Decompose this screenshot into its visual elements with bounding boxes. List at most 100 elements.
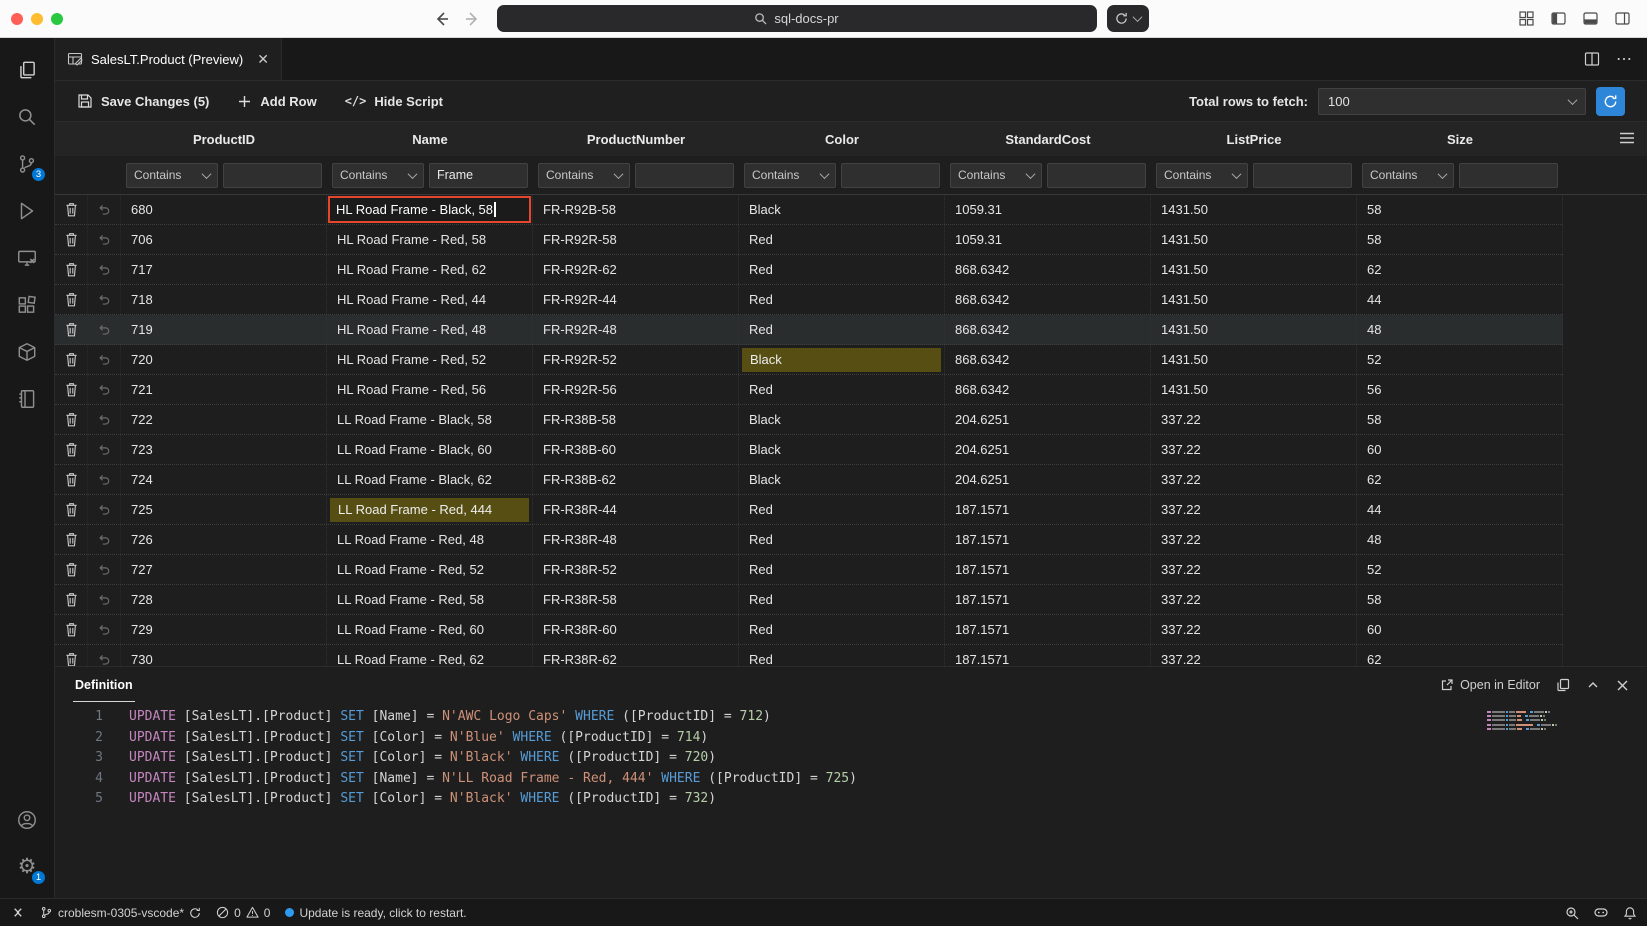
revert-row-button[interactable]: [88, 255, 121, 284]
cell-standardcost[interactable]: 187.1571: [945, 555, 1151, 584]
cell-name[interactable]: LL Road Frame - Red, 52: [327, 555, 533, 584]
activity-search[interactable]: [0, 93, 54, 140]
total-rows-select[interactable]: 100: [1318, 88, 1586, 115]
cell-listprice[interactable]: 337.22: [1151, 435, 1357, 464]
cell-listprice[interactable]: 1431.50: [1151, 285, 1357, 314]
cell-productid[interactable]: 721: [121, 375, 327, 404]
editor-actions-more-button[interactable]: ⋯: [1616, 49, 1633, 69]
cell-size[interactable]: 62: [1357, 645, 1563, 666]
cell-productnumber[interactable]: FR-R38R-60: [533, 615, 739, 644]
panel-tab-definition[interactable]: Definition: [73, 668, 135, 702]
command-center-search[interactable]: sql-docs-pr: [497, 5, 1097, 32]
cell-size[interactable]: 58: [1357, 225, 1563, 254]
cell-listprice[interactable]: 1431.50: [1151, 345, 1357, 374]
cell-color[interactable]: Black: [739, 345, 945, 374]
delete-row-button[interactable]: [55, 255, 88, 284]
column-header-product_number[interactable]: ProductNumber: [533, 132, 739, 147]
cell-listprice[interactable]: 337.22: [1151, 495, 1357, 524]
cell-color[interactable]: Black: [739, 195, 945, 224]
table-row-725[interactable]: 725LL Road Frame - Red, 444FR-R38R-44Red…: [55, 495, 1563, 525]
cell-productnumber[interactable]: FR-R38R-48: [533, 525, 739, 554]
cell-color[interactable]: Black: [739, 435, 945, 464]
cell-size[interactable]: 62: [1357, 465, 1563, 494]
activity-explorer[interactable]: [0, 46, 54, 93]
filter-value-input-list_price[interactable]: [1253, 163, 1352, 188]
cell-name[interactable]: LL Road Frame - Black, 58: [327, 405, 533, 434]
cell-size[interactable]: 58: [1357, 195, 1563, 224]
delete-row-button[interactable]: [55, 615, 88, 644]
cell-productnumber[interactable]: FR-R38R-62: [533, 645, 739, 666]
cell-productnumber[interactable]: FR-R92R-56: [533, 375, 739, 404]
table-row-719[interactable]: 719HL Road Frame - Red, 48FR-R92R-48Red8…: [55, 315, 1563, 345]
delete-row-button[interactable]: [55, 405, 88, 434]
filter-value-input-color[interactable]: [841, 163, 940, 188]
cell-name[interactable]: HL Road Frame - Black, 58: [327, 195, 533, 224]
cell-standardcost[interactable]: 204.6251: [945, 405, 1151, 434]
cell-name[interactable]: LL Road Frame - Red, 62: [327, 645, 533, 666]
filter-operator-select-color[interactable]: Contains: [744, 163, 836, 188]
column-header-name[interactable]: Name: [327, 132, 533, 147]
cell-size[interactable]: 48: [1357, 525, 1563, 554]
branch-status-item[interactable]: croblesm-0305-vscode*: [40, 906, 201, 920]
cell-name[interactable]: LL Road Frame - Red, 444: [327, 495, 533, 524]
cell-name[interactable]: HL Road Frame - Red, 44: [327, 285, 533, 314]
revert-row-button[interactable]: [88, 645, 121, 666]
revert-row-button[interactable]: [88, 195, 121, 224]
table-row-722[interactable]: 722LL Road Frame - Black, 58FR-R38B-58Bl…: [55, 405, 1563, 435]
cell-name[interactable]: LL Road Frame - Black, 60: [327, 435, 533, 464]
revert-row-button[interactable]: [88, 465, 121, 494]
cell-productnumber[interactable]: FR-R92R-48: [533, 315, 739, 344]
revert-row-button[interactable]: [88, 405, 121, 434]
sql-script-editor[interactable]: 1UPDATE [SalesLT].[Product] SET [Name] =…: [55, 703, 1647, 898]
cell-listprice[interactable]: 1431.50: [1151, 195, 1357, 224]
cell-size[interactable]: 48: [1357, 315, 1563, 344]
cell-size[interactable]: 60: [1357, 435, 1563, 464]
notifications-button[interactable]: [1623, 906, 1637, 920]
cell-productid[interactable]: 719: [121, 315, 327, 344]
table-row-728[interactable]: 728LL Road Frame - Red, 58FR-R38R-58Red1…: [55, 585, 1563, 615]
cell-productid[interactable]: 680: [121, 195, 327, 224]
cell-productnumber[interactable]: FR-R38R-58: [533, 585, 739, 614]
cell-productid[interactable]: 726: [121, 525, 327, 554]
zoom-window-button[interactable]: [51, 13, 63, 25]
table-row-718[interactable]: 718HL Road Frame - Red, 44FR-R92R-44Red8…: [55, 285, 1563, 315]
cell-productid[interactable]: 706: [121, 225, 327, 254]
table-row-726[interactable]: 726LL Road Frame - Red, 48FR-R38R-48Red1…: [55, 525, 1563, 555]
delete-row-button[interactable]: [55, 315, 88, 344]
column-header-size[interactable]: Size: [1357, 132, 1563, 147]
cell-size[interactable]: 62: [1357, 255, 1563, 284]
cell-size[interactable]: 52: [1357, 555, 1563, 584]
cell-color[interactable]: Red: [739, 585, 945, 614]
close-panel-button[interactable]: [1616, 679, 1629, 692]
cell-productid[interactable]: 730: [121, 645, 327, 666]
cell-color[interactable]: Red: [739, 615, 945, 644]
activity-run-debug[interactable]: [0, 187, 54, 234]
cell-standardcost[interactable]: 187.1571: [945, 495, 1151, 524]
activity-source-control[interactable]: 3: [0, 140, 54, 187]
filter-value-input-name[interactable]: Frame: [429, 163, 528, 188]
cell-color[interactable]: Black: [739, 405, 945, 434]
cell-standardcost[interactable]: 204.6251: [945, 435, 1151, 464]
cell-productid[interactable]: 724: [121, 465, 327, 494]
cell-productnumber[interactable]: FR-R92R-58: [533, 225, 739, 254]
table-row-727[interactable]: 727LL Road Frame - Red, 52FR-R38R-52Red1…: [55, 555, 1563, 585]
add-row-button[interactable]: Add Row: [237, 94, 316, 109]
cell-color[interactable]: Red: [739, 255, 945, 284]
table-row-721[interactable]: 721HL Road Frame - Red, 56FR-R92R-56Red8…: [55, 375, 1563, 405]
cell-productnumber[interactable]: FR-R38R-52: [533, 555, 739, 584]
cell-color[interactable]: Red: [739, 495, 945, 524]
cell-size[interactable]: 52: [1357, 345, 1563, 374]
revert-row-button[interactable]: [88, 615, 121, 644]
column-header-product_id[interactable]: ProductID: [121, 132, 327, 147]
cell-productid[interactable]: 725: [121, 495, 327, 524]
update-ready-status-item[interactable]: Update is ready, click to restart.: [285, 906, 466, 920]
cell-name[interactable]: LL Road Frame - Red, 58: [327, 585, 533, 614]
minimize-window-button[interactable]: [31, 13, 43, 25]
column-menu-button[interactable]: [1619, 131, 1635, 145]
cell-color[interactable]: Red: [739, 315, 945, 344]
delete-row-button[interactable]: [55, 285, 88, 314]
table-row-717[interactable]: 717HL Road Frame - Red, 62FR-R92R-62Red8…: [55, 255, 1563, 285]
filter-value-input-standard_cost[interactable]: [1047, 163, 1146, 188]
revert-row-button[interactable]: [88, 555, 121, 584]
cell-standardcost[interactable]: 1059.31: [945, 195, 1151, 224]
